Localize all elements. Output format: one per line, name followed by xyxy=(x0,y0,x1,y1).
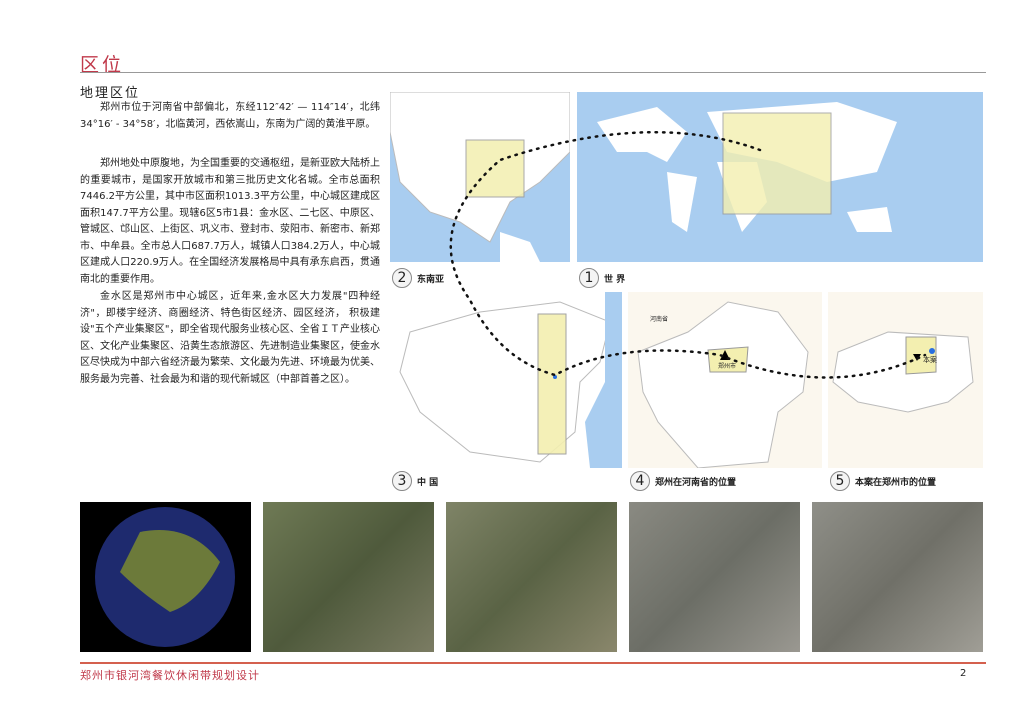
page-number: 2 xyxy=(960,668,967,679)
photo-satellite-site xyxy=(812,502,983,652)
photo-globe xyxy=(80,502,251,652)
photo-satellite-city xyxy=(629,502,800,652)
footer-title: 郑州市银河湾餐饮休闲带规划设计 xyxy=(80,669,260,682)
photo-satellite-region xyxy=(263,502,434,652)
footer-divider xyxy=(80,662,986,664)
photo-satellite-area xyxy=(446,502,617,652)
